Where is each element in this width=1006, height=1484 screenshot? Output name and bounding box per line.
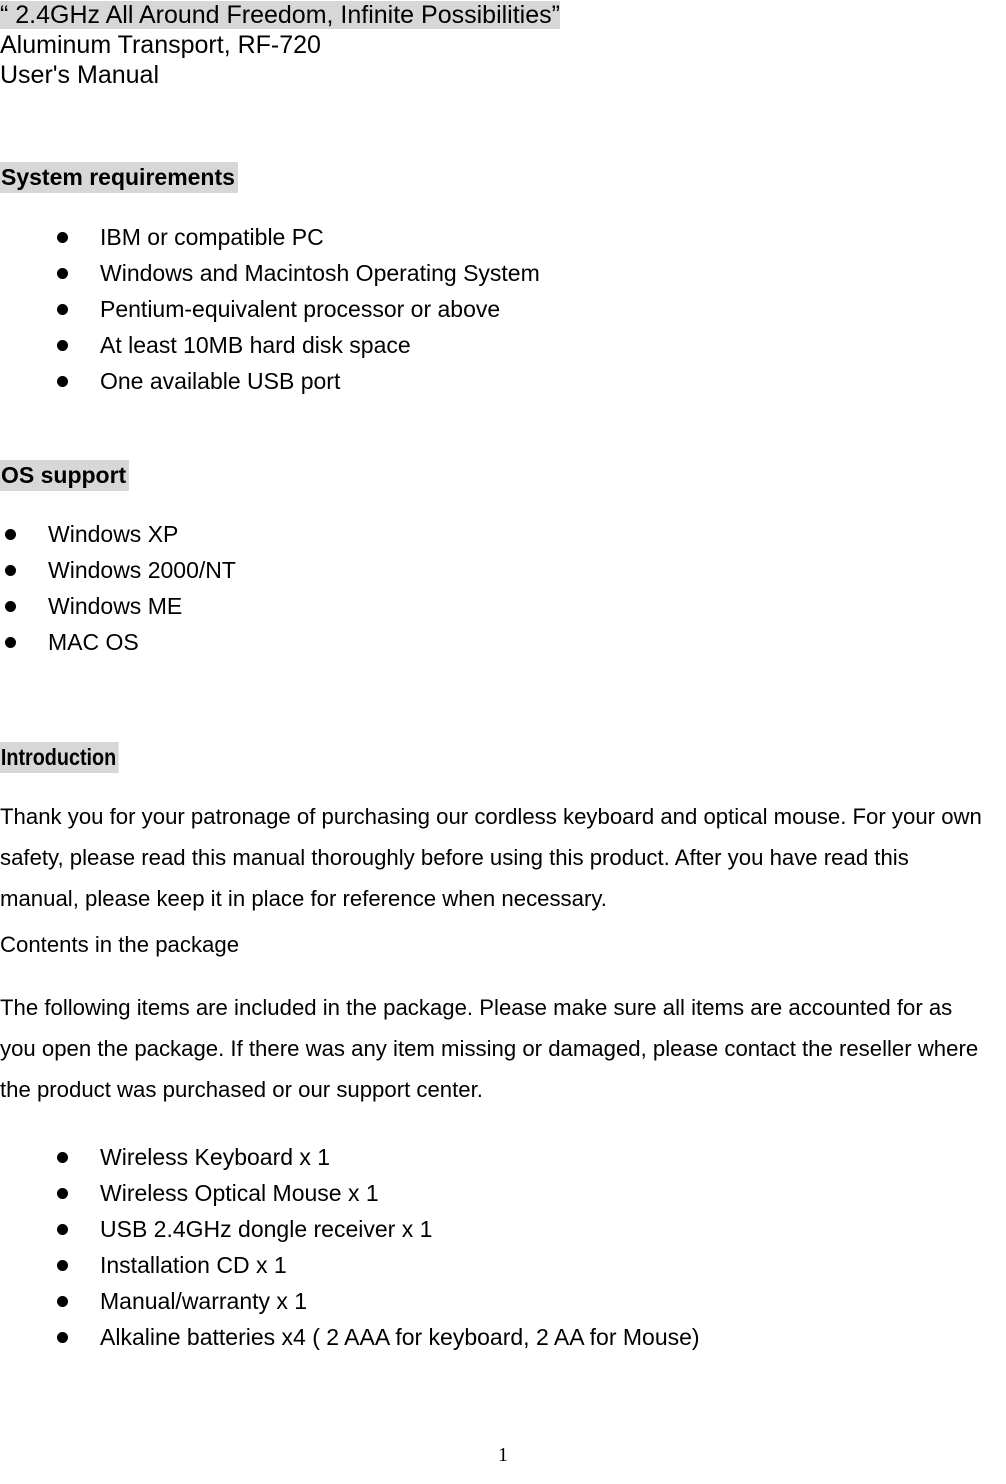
heading-system-requirements-label: System requirements <box>0 162 238 193</box>
list-item-label: MAC OS <box>48 629 139 655</box>
bullet-dot-icon <box>57 1188 68 1199</box>
list-item-label: One available USB port <box>100 368 341 394</box>
list-item: Wireless Keyboard x 1 <box>57 1139 700 1175</box>
bullet-dot-icon <box>57 304 68 315</box>
list-item: At least 10MB hard disk space <box>57 327 540 363</box>
list-item-label: Wireless Optical Mouse x 1 <box>100 1180 379 1206</box>
list-item-label: IBM or compatible PC <box>100 224 324 250</box>
subheading-contents-in-the-package: Contents in the package <box>0 932 240 957</box>
bullet-dot-icon <box>57 1296 68 1307</box>
list-item: Wireless Optical Mouse x 1 <box>57 1175 700 1211</box>
list-item-label: Pentium-equivalent processor or above <box>100 296 501 322</box>
list-system-requirements: IBM or compatible PC Windows and Macinto… <box>57 219 540 399</box>
document-title-block: “ 2.4GHz All Around Freedom, Infinite Po… <box>0 0 1006 90</box>
bullet-dot-icon <box>57 1224 68 1235</box>
page-number: 1 <box>498 1444 508 1466</box>
bullet-dot-icon <box>5 601 16 612</box>
title-manual-text: User's Manual <box>0 61 159 89</box>
paragraph-package-contents: The following items are included in the … <box>0 995 979 1102</box>
list-item: Installation CD x 1 <box>57 1247 700 1283</box>
bullet-dot-icon <box>57 1152 68 1163</box>
list-os-support: Windows XP Windows 2000/NT Windows ME MA… <box>5 516 236 660</box>
heading-os-support-label: OS support <box>0 460 130 491</box>
bullet-dot-icon <box>5 637 16 648</box>
bullet-dot-icon <box>57 232 68 243</box>
list-item: USB 2.4GHz dongle receiver x 1 <box>57 1211 700 1247</box>
heading-system-requirements: System requirements <box>0 162 238 193</box>
list-item-label: Windows and Macintosh Operating System <box>100 260 540 286</box>
list-item: One available USB port <box>57 363 540 399</box>
heading-introduction: Introduction <box>0 742 138 773</box>
list-item-label: Wireless Keyboard x 1 <box>100 1144 331 1170</box>
list-item-label: Windows 2000/NT <box>48 557 236 583</box>
title-product-text: Aluminum Transport, RF-720 <box>0 31 321 59</box>
list-item-label: Windows ME <box>48 593 183 619</box>
bullet-dot-icon <box>5 529 16 540</box>
title-tagline-text: “ 2.4GHz All Around Freedom, Infinite Po… <box>0 1 560 29</box>
list-item-label: Windows XP <box>48 521 179 547</box>
paragraph-introduction: Thank you for your patronage of purchasi… <box>0 804 982 911</box>
bullet-dot-icon <box>57 376 68 387</box>
heading-os-support: OS support <box>0 460 130 491</box>
title-line-tagline: “ 2.4GHz All Around Freedom, Infinite Po… <box>0 0 1006 30</box>
bullet-dot-icon <box>57 268 68 279</box>
list-package-contents: Wireless Keyboard x 1 Wireless Optical M… <box>57 1139 700 1355</box>
bullet-dot-icon <box>57 340 68 351</box>
list-item: Pentium-equivalent processor or above <box>57 291 540 327</box>
document-page: “ 2.4GHz All Around Freedom, Infinite Po… <box>0 0 1006 1484</box>
list-item: MAC OS <box>5 624 236 660</box>
list-item: Windows and Macintosh Operating System <box>57 255 540 291</box>
list-item-label: Alkaline batteries x4 ( 2 AAA for keyboa… <box>100 1324 700 1350</box>
list-item-label: Installation CD x 1 <box>100 1252 287 1278</box>
heading-introduction-label: Introduction <box>0 742 119 773</box>
bullet-dot-icon <box>5 565 16 576</box>
list-item: Alkaline batteries x4 ( 2 AAA for keyboa… <box>57 1319 700 1355</box>
list-item-label: At least 10MB hard disk space <box>100 332 411 358</box>
list-item: Manual/warranty x 1 <box>57 1283 700 1319</box>
list-item: IBM or compatible PC <box>57 219 540 255</box>
bullet-dot-icon <box>57 1260 68 1271</box>
title-line-product: Aluminum Transport, RF-720 <box>0 30 1006 60</box>
list-item: Windows ME <box>5 588 236 624</box>
list-item: Windows 2000/NT <box>5 552 236 588</box>
list-item-label: USB 2.4GHz dongle receiver x 1 <box>100 1216 433 1242</box>
title-line-manual: User's Manual <box>0 60 1006 90</box>
list-item-label: Manual/warranty x 1 <box>100 1288 308 1314</box>
list-item: Windows XP <box>5 516 236 552</box>
bullet-dot-icon <box>57 1332 68 1343</box>
